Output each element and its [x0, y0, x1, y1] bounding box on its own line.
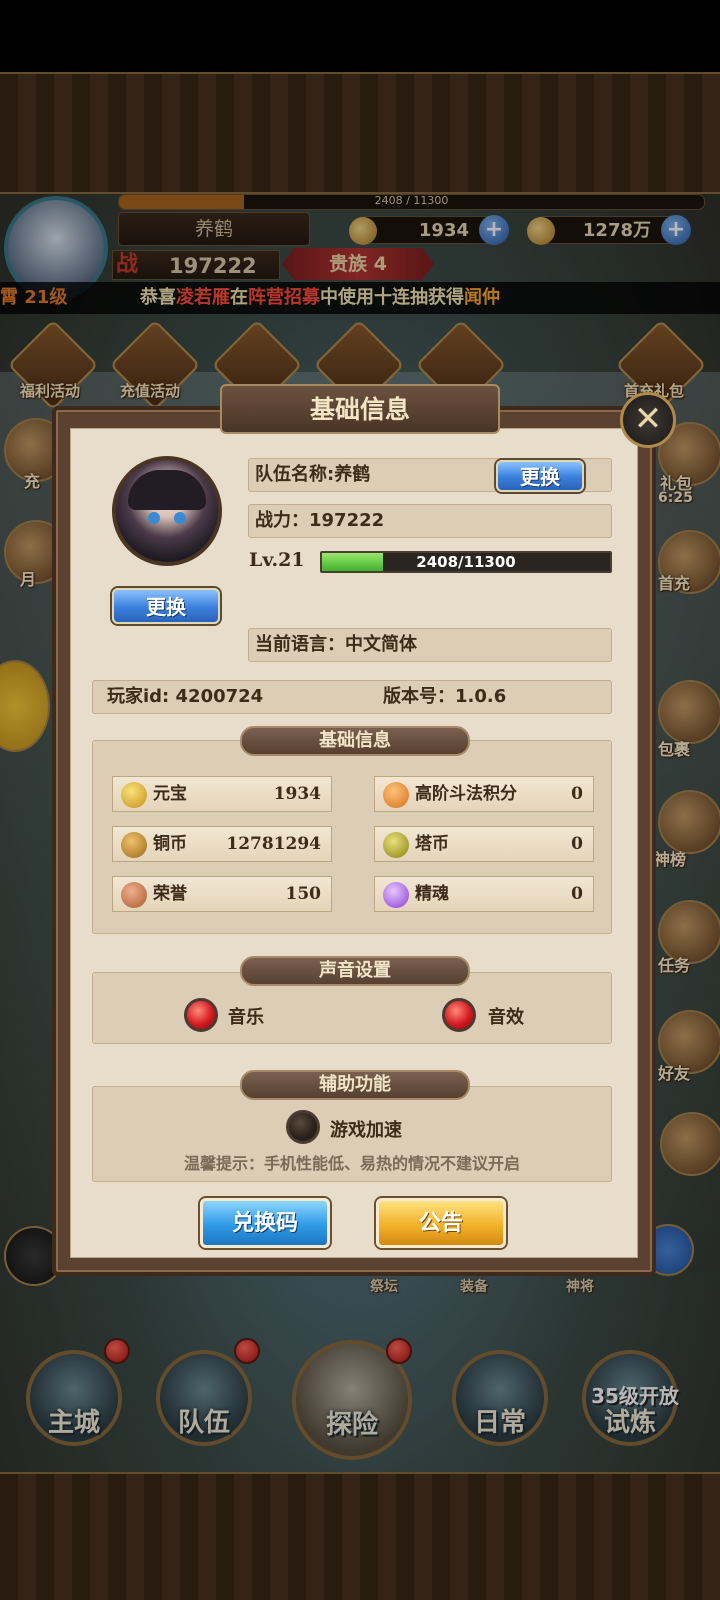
- resource-soul: 精魂 0: [374, 876, 594, 912]
- sfx-label: 音效: [488, 1007, 524, 1028]
- resource-gold-ingot: 元宝 1934: [112, 776, 332, 812]
- language-row[interactable]: 当前语言：中文简体: [248, 628, 612, 662]
- resource-tower-coin: 塔币 0: [374, 826, 594, 862]
- modal-title: 基础信息: [220, 384, 500, 434]
- player-id-label: 玩家id: 4200724: [107, 686, 264, 707]
- level-label: Lv.21: [249, 549, 305, 571]
- performance-tip: 温馨提示：手机性能低、易热的情况不建议开启: [183, 1154, 520, 1173]
- redeem-code-button[interactable]: 兑换码: [200, 1198, 330, 1248]
- sound-section-title: 声音设置: [240, 956, 470, 986]
- sfx-toggle[interactable]: [442, 998, 476, 1032]
- profile-avatar: [112, 456, 222, 566]
- tower-coin-icon: [383, 832, 409, 858]
- close-button[interactable]: ✕: [620, 392, 676, 448]
- resource-copper: 铜币 12781294: [112, 826, 332, 862]
- language-label: 当前语言：中文简体: [255, 634, 417, 655]
- change-avatar-button[interactable]: 更换: [112, 588, 220, 624]
- level-exp-text: 2408/11300: [416, 553, 516, 571]
- assist-section-title: 辅助功能: [240, 1070, 470, 1100]
- notice-button[interactable]: 公告: [376, 1198, 506, 1248]
- speedup-toggle[interactable]: [286, 1110, 320, 1144]
- change-team-name-button[interactable]: 更换: [496, 460, 584, 492]
- resource-honor: 荣誉 150: [112, 876, 332, 912]
- music-label: 音乐: [228, 1007, 264, 1028]
- level-exp-bar: 2408/11300: [320, 551, 612, 573]
- honor-icon: [121, 882, 147, 908]
- version-label: 版本号：1.0.6: [383, 686, 507, 707]
- player-id-row: 玩家id: 4200724 版本号：1.0.6: [92, 680, 612, 714]
- power-row: 战力：197222: [248, 504, 612, 538]
- resources-section-title: 基础信息: [240, 726, 470, 756]
- resource-high-arena-points: 高阶斗法积分 0: [374, 776, 594, 812]
- gold-ingot-icon: [121, 782, 147, 808]
- music-toggle[interactable]: [184, 998, 218, 1032]
- orange-medal-icon: [383, 782, 409, 808]
- team-name-label: 队伍名称:养鹤: [255, 464, 371, 485]
- speedup-label: 游戏加速: [330, 1120, 402, 1141]
- soul-icon: [383, 882, 409, 908]
- copper-coin-icon: [121, 832, 147, 858]
- power-label: 战力：197222: [255, 510, 385, 531]
